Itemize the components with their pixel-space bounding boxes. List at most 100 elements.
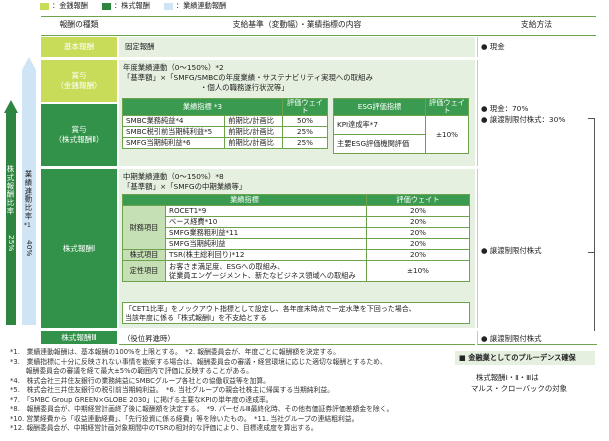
mid-cell: 20%: [366, 205, 470, 217]
legend: ：金銭報酬 ：株式報酬 ：業績連動報酬: [40, 1, 226, 11]
stock3-pay: ● 譲渡制限付株式: [481, 334, 542, 343]
mid-table-head-weight: 評価ウェイト: [366, 194, 470, 206]
table-row: SMFG業務粗利益*11 20%: [123, 227, 470, 239]
perf-ratio-value: 40%: [25, 240, 34, 257]
header-method: 支給方法: [520, 20, 553, 29]
perf-cell: 前期比/計画比: [224, 137, 283, 149]
row-base-label: 基本報酬: [41, 37, 117, 57]
table-row: SMFG当期純利益 20%: [123, 238, 470, 250]
mid-cell: ベース経費*10: [165, 216, 367, 228]
perf-cell: 前期比/計画比: [224, 126, 283, 138]
footnote: *12. 報酬委員会が、中期経営計画対象期間中のTSRの相対的な評価により、目標…: [10, 424, 318, 432]
bonus-cash-label-1: 賞与: [71, 71, 87, 80]
bonus-esg-table: ESG評価指標 評価ウェイト KPI達成率*7 ±10% 主要ESG評価機関評価: [333, 98, 469, 154]
row-base-content: [119, 37, 475, 57]
table-row: SMFG当期純利益*6 前期比/計画比 25%: [121, 137, 328, 149]
stock-ratio-value: 25%: [7, 235, 16, 252]
mid-cat-financial: 財務項目: [122, 205, 166, 250]
mid-qual-line-2: 従業員エンゲージメント、新たなビジネス領域への取組み: [169, 271, 356, 280]
perf-ratio-note: *1: [24, 222, 31, 229]
legend-item-performance: ：業績連動報酬: [163, 1, 227, 11]
row-stock3-label: 株式報酬Ⅲ: [41, 331, 117, 344]
table-row: 株式項目 TSR(株主総利回り)*12 20%: [122, 249, 470, 261]
perf-ratio-label: 業績連動比率: [24, 170, 33, 221]
pay-bracket-line: [594, 118, 595, 343]
prudence-line-1: 株式報酬Ⅰ・Ⅱ・Ⅲは: [476, 373, 539, 382]
table-row: 定性項目 お客さま満足度、ESGへの取組み、 従業員エンゲージメント、新たなビジネス…: [122, 260, 470, 282]
footnote: *5. 株式会社三井住友銀行の税引前当期純利益。 *6. 当社グループの親会社株…: [10, 386, 334, 394]
row-base-pay: ● 現金: [481, 42, 505, 51]
row-stock1-label: 株式報酬Ⅰ: [41, 169, 117, 328]
mid-qual-cell: お客さま満足度、ESGへの取組み、 従業員エンゲージメント、新たなビジネス領域への…: [165, 260, 367, 282]
esg-cell: KPI達成率*7: [333, 115, 426, 135]
esg-weight: ±10%: [425, 115, 469, 154]
legend-swatch-cash: [40, 2, 49, 10]
table-row: SMBC業務純益*4 前期比/計画比 50%: [121, 115, 328, 127]
stock-ratio-label: 株式報酬比率: [6, 165, 15, 216]
legend-item-stock: ：株式報酬: [101, 1, 150, 11]
stock1-performance-table: 業績指標 評価ウェイト 財務項目 ROCET1*9 20% ベース経費*10 20% S…: [122, 194, 470, 282]
header-type: 報酬の種類: [59, 20, 99, 29]
legend-swatch-stock: [101, 2, 111, 10]
mid-cell: 20%: [366, 249, 470, 261]
footnote: *3. 業績指標に十分に反映されない事情を勘案する場合は、報酬委員会の審議・経営…: [10, 358, 387, 366]
mid-qual-weight: ±10%: [366, 260, 470, 282]
stock-ratio-arrow: [6, 112, 16, 325]
esg-table-head-weight: 評価ウェイト: [425, 98, 469, 116]
mid-cell: TSR(株主総利回り)*12: [165, 249, 367, 261]
bonus-cash-label-2: （金銭報酬）: [56, 81, 102, 90]
legend-label-performance: ：業績連動報酬: [175, 1, 227, 10]
esg-table-head-indicator: ESG評価指標: [333, 98, 426, 116]
row-base-text: 固定報酬: [125, 42, 155, 51]
perf-cell: 前期比/計画比: [224, 115, 283, 127]
knockout-note-2: 当該年度に係る「株式報酬Ⅰ」を不支給とする: [125, 314, 267, 322]
perf-cell: 25%: [282, 137, 328, 149]
esg-cell: 主要ESG評価機関評価: [333, 134, 426, 154]
mid-cat-stock: 株式項目: [122, 249, 166, 261]
footnote: *10. 営業経費から「収益連動経費」、「先行投資に係る経費」等を除いたもの。 …: [10, 415, 359, 423]
bonus-stock-label-1: 賞与: [71, 125, 87, 134]
perf-ratio-arrow-head: [22, 57, 36, 70]
bonus-pay-stock: ● 譲渡制限付株式：30%: [481, 115, 566, 124]
perf-table-head-indicator: 業績指標 *3: [122, 98, 283, 116]
mid-cell: 20%: [366, 238, 470, 250]
bonus-stock-label-2: （株式報酬Ⅱ）: [54, 135, 104, 144]
footnote: *8. 報酬委員会が、中期経営計画終了後に報酬額を決定する。 *9. パーゼルⅢ…: [10, 405, 394, 413]
header-criteria: 支給基準（変動幅）・業績指標の内容: [232, 20, 362, 29]
legend-item-cash: ：金銭報酬: [40, 1, 88, 11]
row-bonus-stock-label: 賞与 （株式報酬Ⅱ）: [41, 104, 117, 166]
mid-table-head-indicator: 業績指標: [122, 194, 367, 206]
mid-cell: SMFG当期純利益: [165, 238, 367, 250]
stock3-text: （役位昇進時）: [123, 334, 175, 343]
legend-swatch-performance: [163, 2, 173, 10]
legend-label-stock: ：株式報酬: [113, 1, 150, 10]
prudence-line-2: マルス・クローバックの対象: [471, 384, 568, 393]
perf-cell: SMFG当期純利益*6: [121, 137, 226, 149]
mid-qual-line-1: お客さま満足度、ESGへの取組み、: [169, 262, 285, 271]
perf-table-head-weight: 評価ウェイト: [282, 98, 328, 116]
footnote: *1. 業績連動報酬は、基本報酬の100%を上限とする。 *2. 報酬委員会が、…: [10, 348, 340, 356]
perf-cell: SMBC税引前当期純利益*5: [121, 126, 226, 138]
footnote: 報酬委員会の審議を経て最大±5%の範囲内で評価に反映することがある。: [10, 367, 253, 375]
row-bonus-cash-label: 賞与 （金銭報酬）: [41, 60, 117, 102]
mid-cell: 20%: [366, 216, 470, 228]
bonus-pay-cash: ● 現金：70%: [481, 104, 529, 113]
mid-cell: ROCET1*9: [165, 205, 367, 217]
prudence-title: ■ 金融業としてのプルーデンス確保: [459, 353, 576, 362]
bonus-line-3: ・個人の職務遂行状況等」: [200, 83, 289, 92]
table-row: ベース経費*10 20%: [123, 216, 470, 228]
mid-cat-qualitative: 定性項目: [122, 260, 166, 282]
legend-label-cash: ：金銭報酬: [52, 1, 88, 10]
footnote: *4. 株式会社三井住友銀行の業務純益にSMBCグループ各社との協働収益等を加算…: [10, 377, 270, 385]
mid-cell: 20%: [366, 227, 470, 239]
perf-cell: 50%: [282, 115, 328, 127]
stock1-pay: ● 譲渡制限付株式: [481, 246, 542, 255]
stock1-line-2: 「基準額」×「SMFGの中期業績等」: [123, 182, 247, 191]
table-row: KPI達成率*7 ±10%: [333, 115, 469, 154]
stock-ratio-arrow-head: [4, 100, 18, 113]
perf-cell: 25%: [282, 126, 328, 138]
table-row: 財務項目 ROCET1*9 20%: [122, 205, 470, 250]
mid-cell: SMFG業務粗利益*11: [165, 227, 367, 239]
perf-cell: SMBC業務純益*4: [121, 115, 226, 127]
bonus-performance-table: 業績指標 *3 評価ウェイト SMBC業務純益*4 前期比/計画比 50% SMBC税…: [121, 98, 328, 149]
